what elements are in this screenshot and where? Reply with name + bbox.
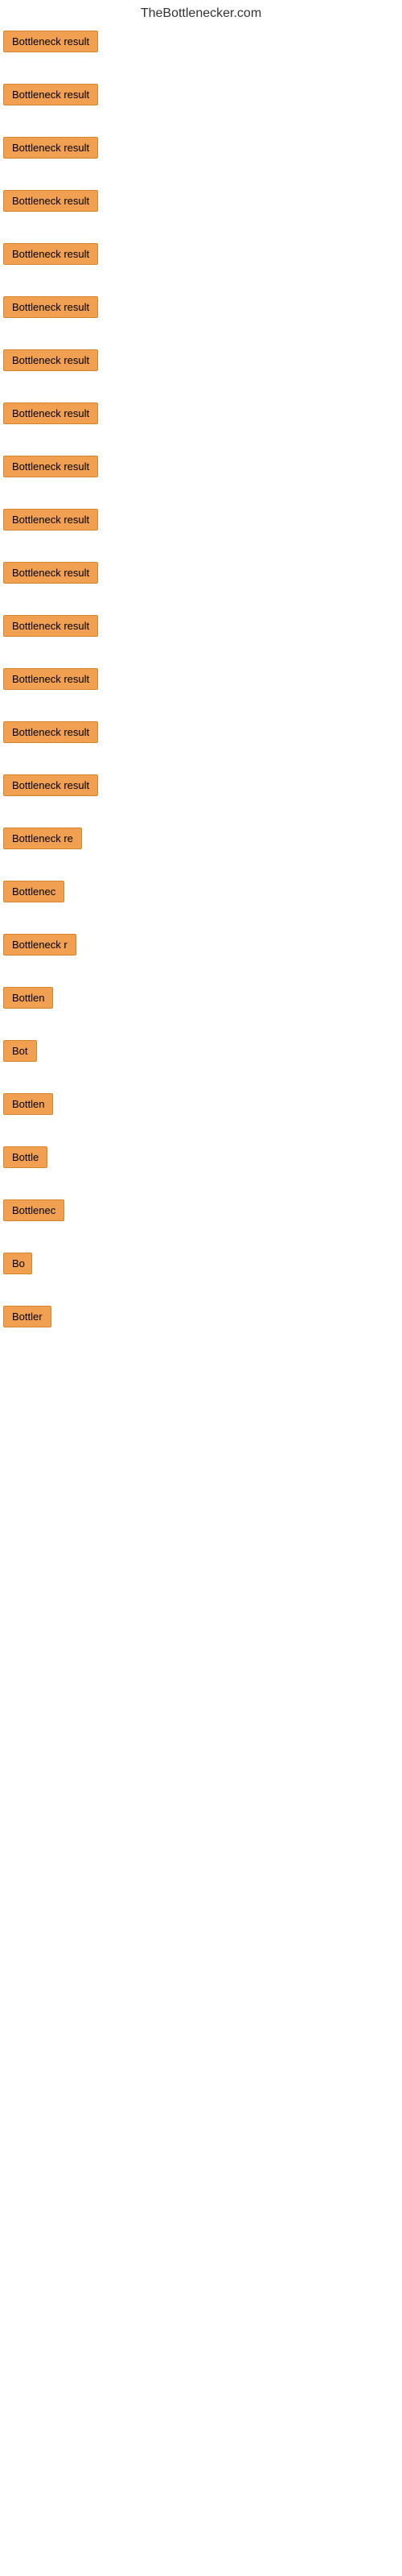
bottleneck-badge[interactable]: Bottleneck result [3,774,98,796]
bottleneck-badge[interactable]: Bottleneck result [3,456,98,477]
bottleneck-badge[interactable]: Bo [3,1253,32,1274]
bottleneck-badge[interactable]: Bottlen [3,987,53,1009]
bottleneck-badge[interactable]: Bottleneck result [3,137,98,159]
bottleneck-item-6: Bottleneck result [3,290,399,328]
bottleneck-badge[interactable]: Bottleneck result [3,668,98,690]
bottleneck-badge[interactable]: Bottleneck result [3,31,98,52]
bottleneck-badge[interactable]: Bottleneck result [3,349,98,371]
bottleneck-item-4: Bottleneck result [3,184,399,222]
bottleneck-item-17: Bottlenec [3,874,399,913]
bottleneck-badge[interactable]: Bottleneck result [3,721,98,743]
bottleneck-item-25: Bottler [3,1299,399,1338]
bottleneck-item-2: Bottleneck result [3,77,399,116]
bottleneck-item-16: Bottleneck re [3,821,399,860]
bottleneck-badge[interactable]: Bottleneck result [3,562,98,584]
bottleneck-badge[interactable]: Bottleneck result [3,615,98,637]
bottleneck-item-18: Bottleneck r [3,927,399,966]
bottleneck-badge[interactable]: Bottleneck result [3,243,98,265]
bottleneck-badge[interactable]: Bottleneck result [3,296,98,318]
bottleneck-item-9: Bottleneck result [3,449,399,488]
bottleneck-item-24: Bo [3,1246,399,1285]
bottleneck-item-12: Bottleneck result [3,609,399,647]
site-title: TheBottlenecker.com [0,0,402,24]
bottleneck-item-3: Bottleneck result [3,130,399,169]
bottleneck-item-8: Bottleneck result [3,396,399,435]
bottleneck-item-14: Bottleneck result [3,715,399,753]
bottleneck-badge[interactable]: Bottleneck result [3,402,98,424]
bottleneck-item-20: Bot [3,1034,399,1072]
bottleneck-badge[interactable]: Bottleneck result [3,509,98,530]
bottleneck-item-19: Bottlen [3,980,399,1019]
bottleneck-badge[interactable]: Bottlenec [3,881,64,902]
bottleneck-item-21: Bottlen [3,1087,399,1125]
bottleneck-badge[interactable]: Bottleneck re [3,828,82,849]
bottleneck-badge[interactable]: Bottlenec [3,1199,64,1221]
bottleneck-item-22: Bottle [3,1140,399,1179]
bottleneck-badge[interactable]: Bottlen [3,1093,53,1115]
bottleneck-badge[interactable]: Bottleneck r [3,934,76,956]
bottleneck-item-5: Bottleneck result [3,237,399,275]
bottleneck-badge[interactable]: Bottleneck result [3,84,98,105]
bottleneck-item-11: Bottleneck result [3,555,399,594]
bottleneck-item-1: Bottleneck result [3,24,399,63]
bottleneck-badge[interactable]: Bot [3,1040,37,1062]
bottleneck-item-23: Bottlenec [3,1193,399,1232]
bottleneck-badge[interactable]: Bottleneck result [3,190,98,212]
bottleneck-item-10: Bottleneck result [3,502,399,541]
bottleneck-badge[interactable]: Bottler [3,1306,51,1327]
bottleneck-badge[interactable]: Bottle [3,1146,47,1168]
bottleneck-item-15: Bottleneck result [3,768,399,807]
bottleneck-item-7: Bottleneck result [3,343,399,382]
bottleneck-item-13: Bottleneck result [3,662,399,700]
